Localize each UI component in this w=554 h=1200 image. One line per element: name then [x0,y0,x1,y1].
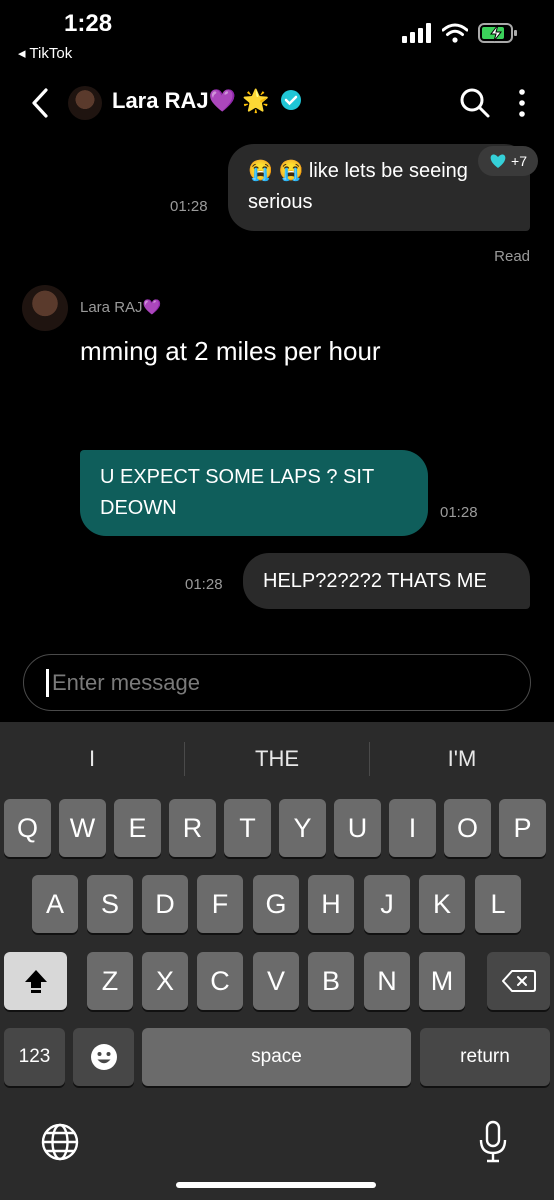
contact-name-emoji: 💜 🌟 [208,88,270,113]
reaction-count: +7 [511,153,527,169]
back-to-app-link[interactable]: ◂ TikTok [18,44,72,62]
key-l[interactable]: L [475,875,521,933]
sent-message-bubble[interactable]: HELP?2?2?2 THATS ME [243,553,530,609]
received-message-bubble[interactable]: U EXPECT SOME LAPS ? SIT DEOWN [80,450,428,536]
message-time: 01:28 [185,576,223,593]
reaction-badge[interactable]: +7 [478,146,538,176]
text-caret [46,669,49,697]
key-s[interactable]: S [87,875,133,933]
status-icons [402,22,518,44]
key-r[interactable]: R [169,799,216,857]
key-p[interactable]: P [499,799,546,857]
message-time: 01:28 [170,198,208,215]
suggestion-1[interactable]: I [0,746,184,772]
key-q[interactable]: Q [4,799,51,857]
backspace-icon [501,970,536,992]
key-k[interactable]: K [419,875,465,933]
globe-icon[interactable] [40,1122,80,1162]
sender-name: Lara RAJ💜 [80,298,161,316]
delete-key[interactable] [487,952,550,1010]
key-w[interactable]: W [59,799,106,857]
key-e[interactable]: E [114,799,161,857]
message-text-line: DEOWN [100,497,177,519]
message-text-line: 😭 😭 like lets be seeing [248,160,468,182]
back-chevron-icon[interactable] [26,86,56,120]
sender-name-emoji: 💜 [142,299,162,316]
key-c[interactable]: C [197,952,243,1010]
status-time: 1:28 [64,10,113,37]
more-options-icon[interactable] [512,86,532,120]
numbers-key[interactable]: 123 [4,1028,65,1086]
key-f[interactable]: F [197,875,243,933]
space-key[interactable]: space [142,1028,411,1086]
suggestion-2[interactable]: THE [185,746,369,772]
key-y[interactable]: Y [279,799,326,857]
sender-name-text: Lara RAJ [80,299,143,316]
key-b[interactable]: B [308,952,354,1010]
battery-charging-icon [478,23,517,43]
message-time: 01:28 [440,504,478,521]
key-g[interactable]: G [253,875,299,933]
return-key[interactable]: return [420,1028,550,1086]
verified-badge-icon [280,90,301,110]
message-text-line: serious [248,191,313,213]
emoji-key[interactable] [73,1028,134,1086]
signal-icon [402,23,431,43]
contact-name[interactable]: Lara RAJ💜 🌟 [112,88,302,114]
shift-icon [24,970,47,993]
key-a[interactable]: A [32,875,78,933]
key-h[interactable]: H [308,875,354,933]
wifi-icon [442,23,468,43]
message-input-placeholder: Enter message [52,670,200,695]
shift-key[interactable] [4,952,67,1010]
key-z[interactable]: Z [87,952,133,1010]
key-n[interactable]: N [364,952,410,1010]
heart-icon [490,154,506,168]
keyboard: I THE I'M Q W E R T Y U I O P A S D F G … [0,722,554,1200]
suggestion-3[interactable]: I'M [370,746,554,772]
key-j[interactable]: J [364,875,410,933]
contact-avatar[interactable] [68,86,102,120]
key-u[interactable]: U [334,799,381,857]
message-input[interactable]: Enter message [23,654,531,711]
key-x[interactable]: X [142,952,188,1010]
key-i[interactable]: I [389,799,436,857]
key-t[interactable]: T [224,799,271,857]
search-icon[interactable] [458,86,492,120]
received-message-text[interactable]: mming at 2 miles per hour [80,336,381,367]
key-o[interactable]: O [444,799,491,857]
key-d[interactable]: D [142,875,188,933]
home-indicator [176,1182,376,1188]
read-receipt: Read [494,248,530,265]
message-text-line: U EXPECT SOME LAPS ? SIT [100,466,375,488]
key-m[interactable]: M [419,952,465,1010]
emoji-icon [90,1044,117,1070]
message-text: HELP?2?2?2 THATS ME [263,570,487,592]
chat-header: Lara RAJ💜 🌟 [0,70,554,134]
microphone-icon[interactable] [478,1120,508,1164]
key-v[interactable]: V [253,952,299,1010]
contact-name-text: Lara RAJ [112,88,209,113]
sender-avatar[interactable] [22,285,68,331]
